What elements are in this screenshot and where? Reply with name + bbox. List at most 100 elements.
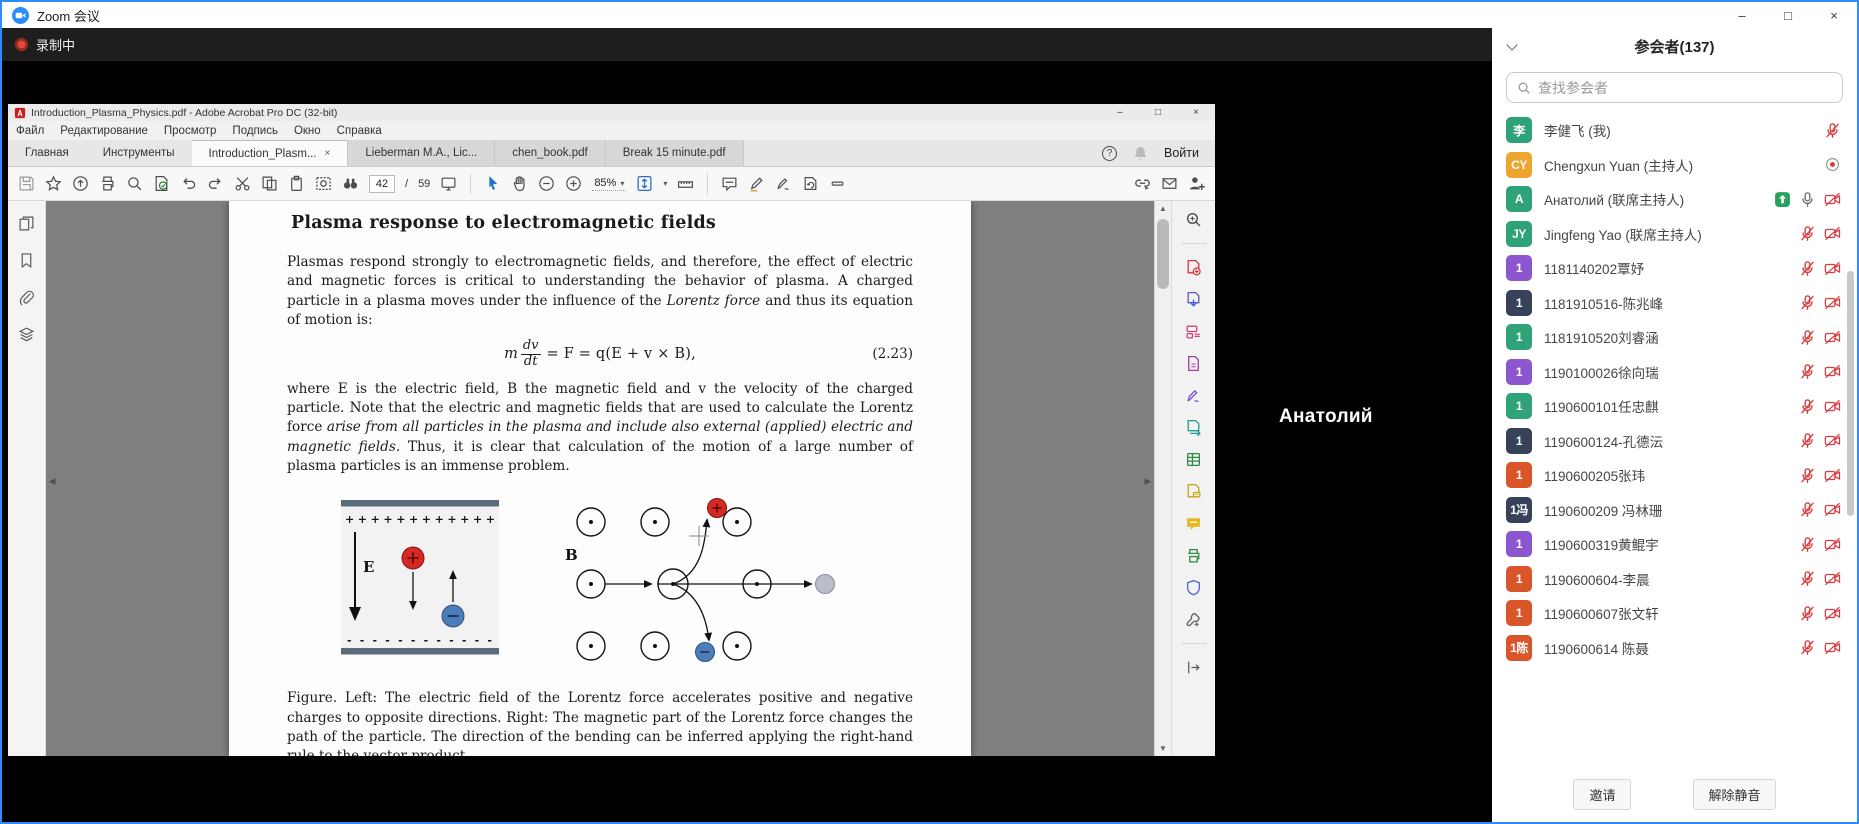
scissors-icon[interactable] xyxy=(234,175,251,192)
acrobat-close-button[interactable]: × xyxy=(1177,104,1215,121)
unmute-all-button[interactable]: 解除静音 xyxy=(1693,779,1775,810)
recording-icon[interactable] xyxy=(1824,156,1841,173)
cam-off-icon[interactable] xyxy=(1824,329,1841,346)
tab-4[interactable]: chen_book.pdf xyxy=(495,140,605,166)
cam-off-icon[interactable] xyxy=(1824,501,1841,518)
mic-muted-icon[interactable] xyxy=(1799,329,1816,346)
tab-0[interactable]: Главная xyxy=(8,140,86,166)
menu-item-3[interactable]: Подпись xyxy=(232,125,278,137)
search-icon[interactable] xyxy=(126,175,143,192)
collapse-panel-icon[interactable] xyxy=(1185,659,1202,676)
measure-ruler-icon[interactable] xyxy=(677,175,694,192)
zoom-out-icon[interactable] xyxy=(538,175,555,192)
cam-off-icon[interactable] xyxy=(1824,605,1841,622)
sign-in-button[interactable]: Войти xyxy=(1164,146,1199,160)
star-icon[interactable] xyxy=(45,175,62,192)
enhance-scans-icon[interactable] xyxy=(1185,355,1202,372)
participant-row[interactable]: 1 1190600205张玮 xyxy=(1492,458,1857,493)
tab-3[interactable]: Lieberman M.A., Lic... xyxy=(348,140,495,166)
maximize-button[interactable]: □ xyxy=(1765,2,1811,28)
mic-muted-icon[interactable] xyxy=(1799,225,1816,242)
doc-check-icon[interactable] xyxy=(153,175,170,192)
undo-icon[interactable] xyxy=(180,175,197,192)
participant-row[interactable]: CY Chengxun Yuan (主持人) xyxy=(1492,148,1857,183)
fill-sign-icon[interactable] xyxy=(1185,387,1202,404)
export-excel-icon[interactable] xyxy=(1185,451,1202,468)
cam-off-icon[interactable] xyxy=(1824,536,1841,553)
participant-row[interactable]: 1 1190100026徐向瑞 xyxy=(1492,355,1857,390)
snapshot-icon[interactable] xyxy=(315,175,332,192)
page-number-input[interactable]: 42 xyxy=(369,175,395,193)
highlight-icon[interactable] xyxy=(748,175,765,192)
create-pdf-icon[interactable] xyxy=(1185,259,1202,276)
participant-row[interactable]: 1 1190600101任忠麒 xyxy=(1492,389,1857,424)
acrobat-titlebar[interactable]: Introduction_Plasma_Physics.pdf - Adobe … xyxy=(8,104,1215,121)
participant-row[interactable]: A Анатолий (联席主持人) xyxy=(1492,182,1857,217)
acrobat-minimize-button[interactable]: – xyxy=(1101,104,1139,121)
redo-icon[interactable] xyxy=(207,175,224,192)
mic-muted-icon[interactable] xyxy=(1799,467,1816,484)
save-icon[interactable] xyxy=(18,175,35,192)
clipboard-icon[interactable] xyxy=(288,175,305,192)
participant-row[interactable]: 1 1181910516-陈兆峰 xyxy=(1492,286,1857,321)
comments-tool-icon[interactable] xyxy=(1185,515,1202,532)
zoom-level-dropdown[interactable]: 85% ▾ xyxy=(592,176,626,191)
mic-muted-icon[interactable] xyxy=(1799,570,1816,587)
print-icon[interactable] xyxy=(99,175,116,192)
prev-page-chevron-icon[interactable]: ◂ xyxy=(49,473,56,489)
organize-pages-icon[interactable] xyxy=(1185,323,1202,340)
print-production-icon[interactable] xyxy=(1185,547,1202,564)
cam-off-icon[interactable] xyxy=(1824,467,1841,484)
layers-icon[interactable] xyxy=(18,326,35,343)
sign-icon[interactable] xyxy=(775,175,792,192)
search-tools-icon[interactable] xyxy=(1185,211,1202,228)
mic-muted-icon[interactable] xyxy=(1799,639,1816,656)
bookmarks-icon[interactable] xyxy=(18,252,35,269)
close-button[interactable]: × xyxy=(1811,2,1857,28)
menu-item-1[interactable]: Редактирование xyxy=(60,125,148,137)
participant-row[interactable]: 1 1190600319黄鲲宇 xyxy=(1492,527,1857,562)
protect-shield-icon[interactable] xyxy=(1185,579,1202,596)
document-scrollbar[interactable]: ▲ ▼ xyxy=(1154,201,1171,756)
copy-pages-icon[interactable] xyxy=(261,175,278,192)
find-binoculars-icon[interactable] xyxy=(342,175,359,192)
sharing-icon[interactable] xyxy=(1774,191,1791,208)
mic-muted-icon[interactable] xyxy=(1799,398,1816,415)
participant-row[interactable]: 1陈 1190600614 陈聂 xyxy=(1492,631,1857,666)
cam-off-icon[interactable] xyxy=(1824,639,1841,656)
chevron-down-icon[interactable]: ▾ xyxy=(663,179,667,188)
participant-search[interactable] xyxy=(1506,72,1843,103)
add-person-icon[interactable] xyxy=(1188,175,1205,192)
scrollbar-thumb[interactable] xyxy=(1157,219,1169,289)
mic-muted-icon[interactable] xyxy=(1799,260,1816,277)
participant-row[interactable]: 1 1190600604-李晨 xyxy=(1492,562,1857,597)
help-icon[interactable]: ? xyxy=(1102,146,1117,161)
participant-row[interactable]: JY Jingfeng Yao (联席主持人) xyxy=(1492,217,1857,252)
cam-off-icon[interactable] xyxy=(1824,225,1841,242)
participant-row[interactable]: 1 1190600607张文轩 xyxy=(1492,596,1857,631)
send-for-comments-icon[interactable] xyxy=(1185,419,1202,436)
participant-row[interactable]: 1冯 1190600209 冯林珊 xyxy=(1492,493,1857,528)
acrobat-maximize-button[interactable]: □ xyxy=(1139,104,1177,121)
cam-off-icon[interactable] xyxy=(1824,260,1841,277)
minimize-button[interactable]: – xyxy=(1719,2,1765,28)
menu-item-2[interactable]: Просмотр xyxy=(164,125,217,137)
cam-off-icon[interactable] xyxy=(1824,432,1841,449)
tab-close-icon[interactable]: × xyxy=(325,148,331,159)
select-cursor-icon[interactable] xyxy=(484,175,501,192)
request-signatures-icon[interactable] xyxy=(1185,483,1202,500)
document-area[interactable]: ◂ ▸ Plasma response to electromagnetic f… xyxy=(46,201,1154,756)
menu-item-0[interactable]: Файл xyxy=(16,125,44,137)
cam-off-icon[interactable] xyxy=(1824,398,1841,415)
search-participants-input[interactable] xyxy=(1538,80,1832,96)
hand-tool-icon[interactable] xyxy=(511,175,528,192)
export-pdf-icon[interactable] xyxy=(1185,291,1202,308)
participant-row[interactable]: 李 李健飞 (我) xyxy=(1492,113,1857,148)
cam-off-icon[interactable] xyxy=(1824,294,1841,311)
mic-muted-icon[interactable] xyxy=(1799,363,1816,380)
mic-muted-icon[interactable] xyxy=(1799,605,1816,622)
mic-muted-icon[interactable] xyxy=(1824,122,1841,139)
line-weight-icon[interactable] xyxy=(829,175,846,192)
reading-mode-icon[interactable] xyxy=(440,175,457,192)
share-link-icon[interactable] xyxy=(1134,175,1151,192)
